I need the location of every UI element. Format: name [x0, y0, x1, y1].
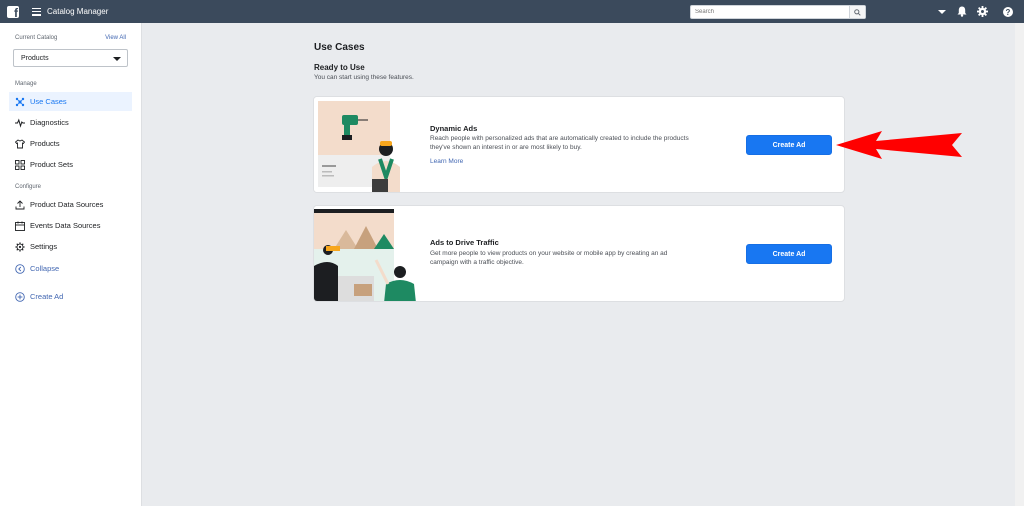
sidebar-item-label: Collapse — [30, 264, 60, 273]
learn-more-link[interactable]: Learn More — [430, 158, 463, 165]
card-title: Ads to Drive Traffic — [430, 238, 499, 247]
dynamic-ads-card: Dynamic Ads Reach people with personaliz… — [313, 96, 845, 193]
card-title: Dynamic Ads — [430, 124, 478, 133]
sidebar-item-diagnostics[interactable]: Diagnostics — [9, 113, 132, 132]
red-arrow-annotation — [836, 131, 962, 159]
collapse-icon — [15, 263, 25, 274]
traffic-ads-illustration — [314, 206, 418, 301]
sidebar-item-label: Events Data Sources — [30, 221, 101, 230]
sidebar-item-product-data-sources[interactable]: Product Data Sources — [9, 195, 132, 214]
pulse-icon — [15, 118, 25, 128]
page-title: Use Cases — [314, 42, 365, 53]
create-ad-label: Create Ad — [30, 292, 64, 301]
sidebar-item-label: Use Cases — [30, 97, 67, 106]
notification-bell-icon[interactable] — [952, 0, 972, 23]
card-description-line: Get more people to view products on your… — [430, 250, 668, 257]
use-cases-icon — [15, 97, 25, 107]
current-catalog-label: Current Catalog — [15, 35, 58, 41]
sidebar-item-product-sets[interactable]: Product Sets — [9, 155, 132, 174]
upload-icon — [15, 199, 25, 210]
catalog-select[interactable]: Products — [13, 49, 128, 67]
ready-to-use-description: You can start using these features. — [314, 74, 414, 81]
calendar-icon — [15, 221, 25, 231]
topbar-icons: ? — [932, 0, 1024, 23]
sidebar: Current Catalog View All Products Manage… — [0, 23, 142, 506]
chevron-down-icon — [113, 57, 121, 61]
scrollbar[interactable] — [1015, 23, 1024, 506]
sidebar-item-label: Diagnostics — [30, 118, 69, 127]
ready-to-use-heading: Ready to Use — [314, 63, 365, 72]
hamburger-menu-icon[interactable] — [32, 7, 41, 16]
sidebar-item-label: Product Sets — [30, 160, 73, 169]
card-description: Get more people to view products on your… — [430, 249, 730, 267]
sidebar-item-use-cases[interactable]: Use Cases — [9, 92, 132, 111]
sidebar-item-products[interactable]: Products — [9, 134, 132, 153]
shirt-icon — [15, 138, 25, 149]
sidebar-item-label: Settings — [30, 242, 58, 251]
plus-circle-icon — [15, 291, 25, 302]
gear-icon — [15, 241, 25, 252]
search-button[interactable] — [849, 6, 865, 18]
catalog-select-value: Products — [21, 54, 49, 62]
view-all-link[interactable]: View All — [105, 35, 126, 41]
configure-section-label: Configure — [15, 184, 42, 190]
create-ad-button[interactable]: Create Ad — [746, 244, 832, 264]
facebook-logo[interactable]: f — [7, 5, 19, 20]
help-icon[interactable]: ? — [998, 0, 1018, 23]
sidebar-item-collapse[interactable]: Collapse — [9, 259, 132, 278]
dynamic-ads-illustration — [314, 97, 418, 192]
card-description-line: they've shown an interest in or are most… — [430, 144, 582, 151]
search-icon — [854, 8, 861, 16]
sidebar-item-label: Products — [30, 139, 60, 148]
sidebar-item-events-data-sources[interactable]: Events Data Sources — [9, 216, 132, 235]
current-catalog-row: Current Catalog View All — [15, 35, 126, 41]
card-description-line: campaign with a traffic objective. — [430, 259, 524, 266]
svg-text:?: ? — [1006, 7, 1011, 16]
logo-letter: f — [14, 5, 18, 20]
card-description-line: Reach people with personalized ads that … — [430, 135, 689, 142]
grid-icon — [15, 159, 25, 170]
gear-icon[interactable] — [972, 0, 992, 23]
search-box — [690, 5, 866, 19]
manage-section-label: Manage — [15, 81, 37, 87]
sidebar-create-ad-link[interactable]: Create Ad — [9, 287, 132, 306]
card-description: Reach people with personalized ads that … — [430, 134, 730, 152]
search-input[interactable] — [691, 6, 849, 18]
sidebar-item-settings[interactable]: Settings — [9, 237, 132, 256]
top-bar: f Catalog Manager ? — [0, 0, 1024, 23]
ads-to-drive-traffic-card: Ads to Drive Traffic Get more people to … — [313, 205, 845, 302]
app-title: Catalog Manager — [47, 7, 109, 16]
sidebar-item-label: Product Data Sources — [30, 200, 104, 209]
dropdown-caret-icon[interactable] — [932, 0, 952, 23]
create-ad-button[interactable]: Create Ad — [746, 135, 832, 155]
